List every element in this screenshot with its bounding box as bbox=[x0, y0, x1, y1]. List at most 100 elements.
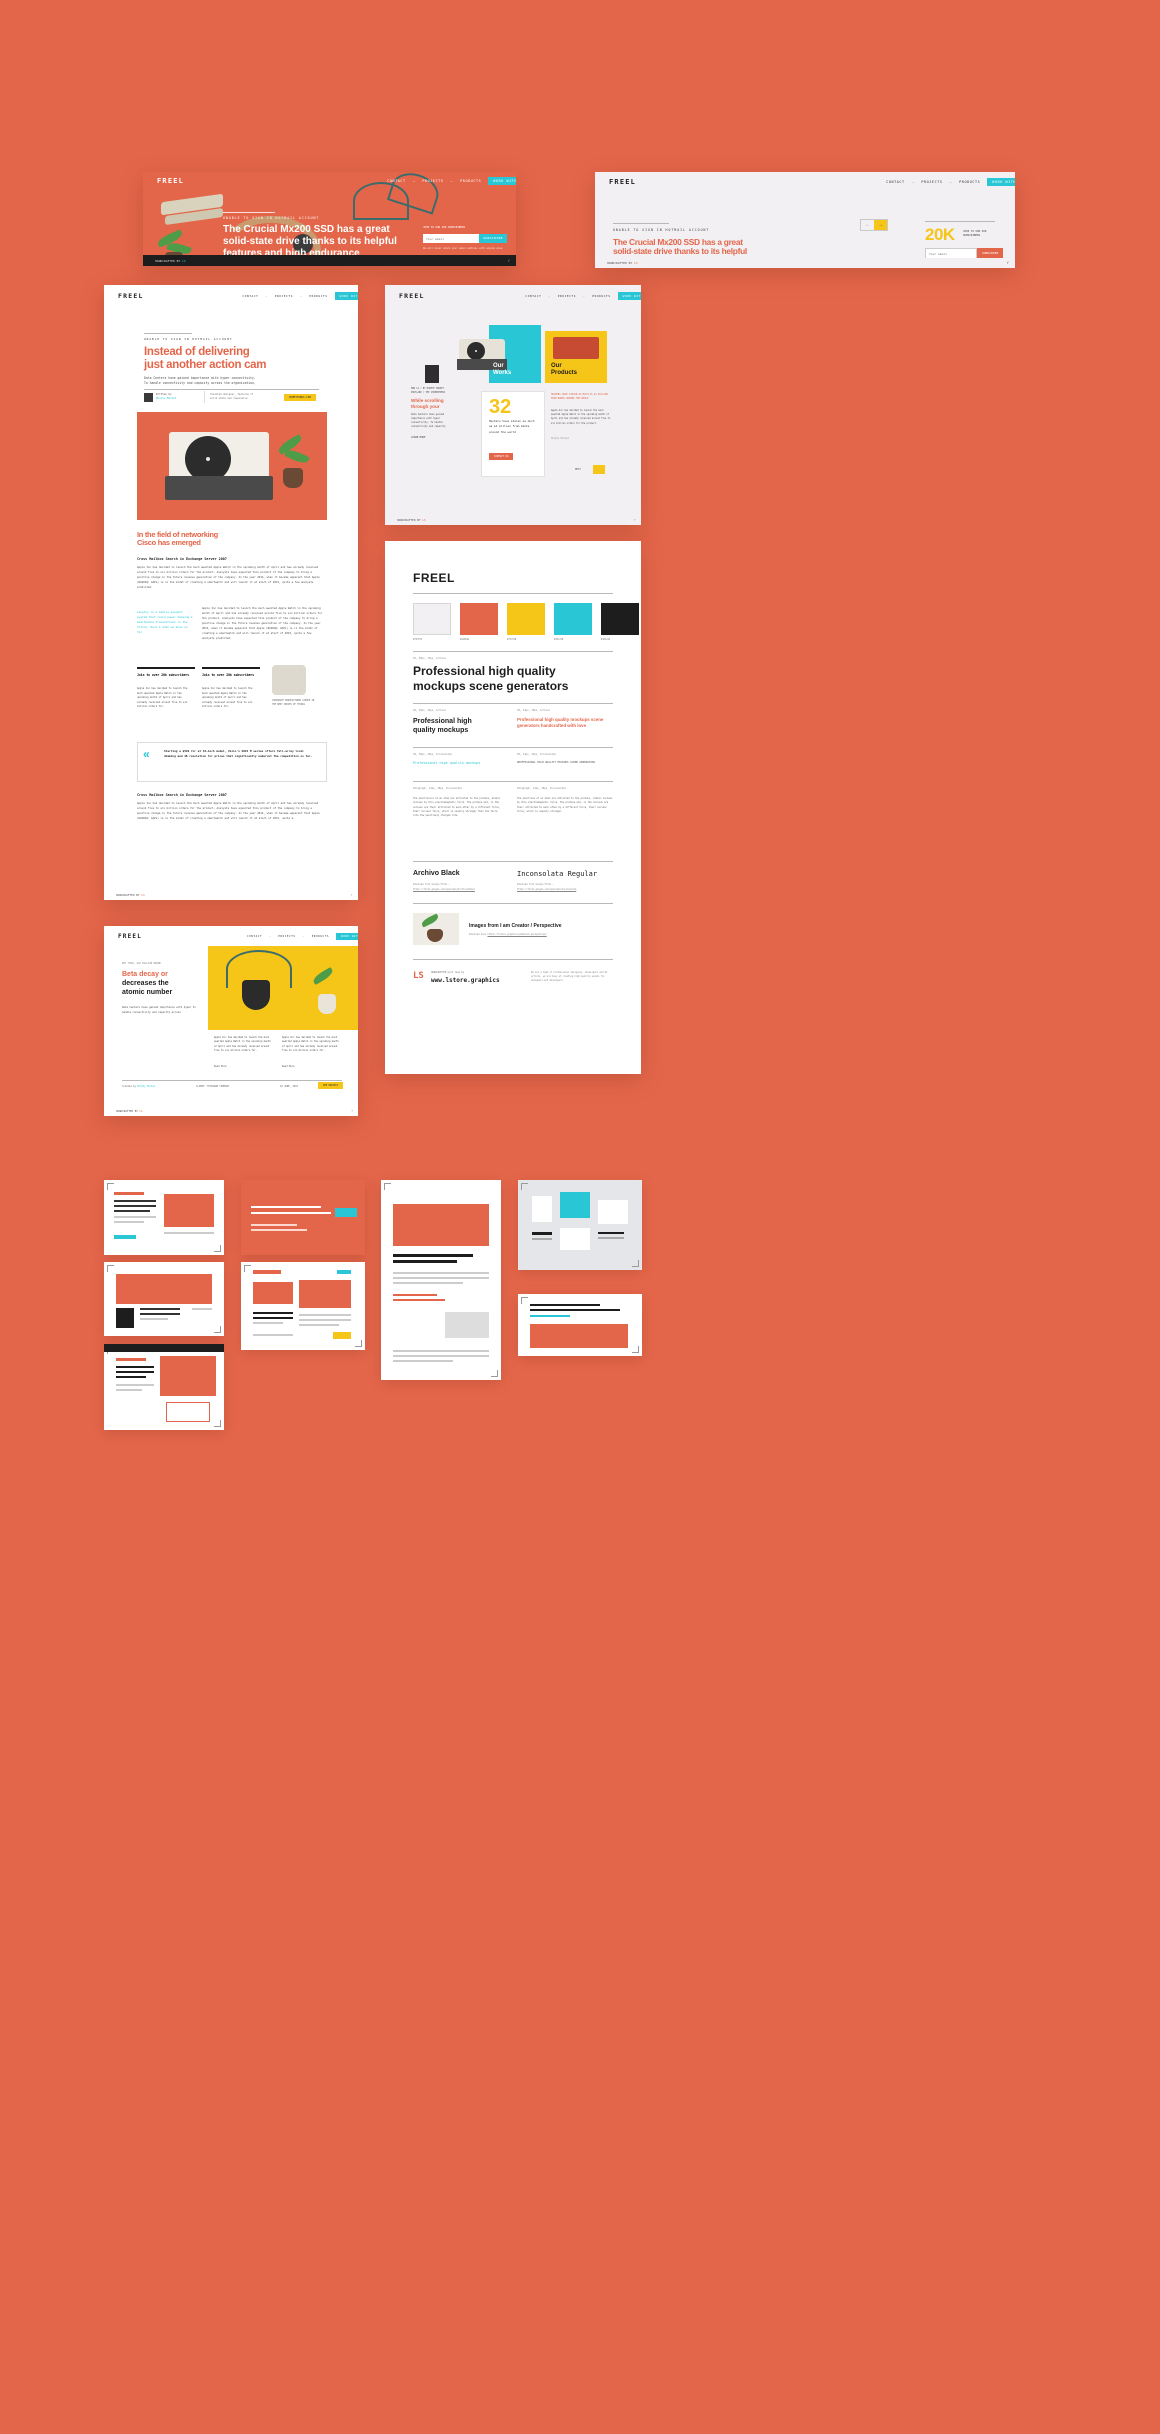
products-next-label[interactable]: NEXT bbox=[575, 468, 581, 471]
font-2-label: Download from Google Fonts — bbox=[517, 883, 554, 886]
footer-site-link[interactable]: www.lstore.graphics bbox=[431, 977, 500, 984]
images-download-link[interactable]: Download here https://lstore.graphics/we… bbox=[469, 933, 547, 936]
styleguide-rule-2 bbox=[413, 651, 613, 652]
wireframe-image-card-dark-block[interactable] bbox=[104, 1262, 224, 1336]
author-label: Written by bbox=[156, 393, 172, 396]
nav-item-products-4[interactable]: PRODUCTS bbox=[592, 294, 610, 298]
nav-item-contact-3[interactable]: CONTACT bbox=[242, 294, 258, 298]
para-right-sample: The electrons of an atom are attracted t… bbox=[517, 797, 613, 814]
footer-socials[interactable]: f t in bbox=[508, 259, 516, 263]
nav-item-products-2[interactable]: PRODUCTS bbox=[959, 180, 980, 184]
products-side-author[interactable]: Murphy Market bbox=[551, 437, 569, 440]
work-with-us-button[interactable]: WORK WITH US bbox=[488, 177, 516, 185]
footer-credit: HANDCRAFTED BY bbox=[155, 258, 181, 263]
corner-mark-br-3 bbox=[632, 1260, 639, 1267]
author-name[interactable]: Murphy Market bbox=[156, 397, 176, 400]
carousel-arrows[interactable]: ← → bbox=[860, 219, 888, 231]
site-nav-2[interactable]: FREEL CONTACT — PROJECTS — PRODUCTS WORK… bbox=[595, 172, 1015, 192]
brand-logo-5[interactable]: FREEL bbox=[118, 933, 142, 940]
subscribe-title-b: Join to over 20k subscribers bbox=[202, 673, 255, 677]
work-with-us-button-3[interactable]: WORK WITH US bbox=[334, 292, 358, 300]
site-nav-4[interactable]: FREEL CONTACT — PROJECTS — PRODUCTS WORK… bbox=[385, 285, 641, 307]
beta-hero-photo bbox=[208, 946, 358, 1030]
quote-box bbox=[137, 742, 327, 782]
work-with-us-button-2[interactable]: WORK WITH US bbox=[987, 178, 1015, 186]
facebook-icon-5[interactable]: f bbox=[351, 1109, 353, 1113]
nav-item-projects-3[interactable]: PROJECTS bbox=[275, 294, 293, 298]
scroll-link[interactable]: LEARN MORE bbox=[411, 436, 425, 439]
nav-item-projects[interactable]: PROJECTS bbox=[422, 179, 443, 183]
wireframe-grid-gallery[interactable] bbox=[518, 1180, 642, 1270]
site-nav-3[interactable]: FREEL CONTACT — PROJECTS — PRODUCTS WORK… bbox=[104, 285, 358, 307]
site-nav-5[interactable]: FREEL CONTACT — PROJECTS — PRODUCTS WORK… bbox=[104, 926, 358, 946]
wireframe-coral-wide-panel[interactable] bbox=[518, 1294, 642, 1356]
beta-author[interactable]: Murphy Market bbox=[137, 1085, 155, 1088]
mockup-card-beta-decay[interactable]: FREEL CONTACT — PROJECTS — PRODUCTS WORK… bbox=[104, 926, 358, 1116]
next-arrow-icon[interactable]: → bbox=[874, 220, 887, 230]
nav-item-projects-4[interactable]: PROJECTS bbox=[558, 294, 576, 298]
article-pullquote: Laughly is a mobile-payment system that … bbox=[137, 610, 193, 635]
hero-subscribe-button[interactable]: SUBSCRIBE bbox=[479, 234, 507, 243]
hero-email-input[interactable] bbox=[423, 234, 480, 243]
article-eyebrow: UNABLE TO SIGN IN HOTMAIL ACCOUNT bbox=[144, 337, 233, 341]
para-left-sample: The electronics of an atom are attracted… bbox=[413, 797, 501, 818]
brand-logo-3[interactable]: FREEL bbox=[118, 292, 144, 300]
work-with-us-button-5[interactable]: WORK WITH US bbox=[336, 932, 358, 940]
mockup-card-article[interactable]: FREEL CONTACT — PROJECTS — PRODUCTS WORK… bbox=[104, 285, 358, 900]
nav-item-contact-4[interactable]: CONTACT bbox=[525, 294, 541, 298]
nav-item-projects-5[interactable]: PROJECTS bbox=[278, 935, 295, 938]
facebook-icon-4[interactable]: f bbox=[634, 518, 636, 522]
wireframe-coral-hero-banner[interactable] bbox=[241, 1180, 365, 1255]
mockup-card-hero-light[interactable]: FREEL CONTACT — PROJECTS — PRODUCTS WORK… bbox=[595, 172, 1015, 268]
footer-socials-4[interactable]: f t in bbox=[634, 518, 641, 522]
beta-read-more-1[interactable]: Read More bbox=[214, 1065, 226, 1068]
products-side-body: Apple Inc has decided to launch the much… bbox=[551, 409, 611, 425]
mockup-card-products[interactable]: FREEL CONTACT — PROJECTS — PRODUCTS WORK… bbox=[385, 285, 641, 525]
nav-item-products-3[interactable]: PRODUCTS bbox=[309, 294, 327, 298]
styleguide-rule-5 bbox=[413, 781, 613, 782]
scroll-title: While scrolling through your bbox=[411, 398, 444, 409]
facebook-icon[interactable]: f bbox=[508, 259, 510, 263]
stat-contact-button[interactable]: CONTACT US bbox=[489, 453, 514, 460]
facebook-icon-2[interactable]: f bbox=[1007, 261, 1009, 265]
footer-socials-3[interactable]: f t in bbox=[351, 893, 358, 897]
nav-item-projects-2[interactable]: PROJECTS bbox=[921, 180, 942, 184]
stat-caption: JOIN TO OUR 20K SUBSCRIBERS bbox=[963, 230, 987, 238]
facebook-icon-3[interactable]: f bbox=[351, 893, 353, 897]
nav-item-products-5[interactable]: PRODUCTS bbox=[312, 935, 329, 938]
swatch-label-offwhite: #f2f0f3 bbox=[413, 638, 423, 641]
wireframe-tall-article-page[interactable] bbox=[381, 1180, 501, 1380]
beta-read-more-2[interactable]: Read More bbox=[282, 1065, 294, 1068]
work-with-us-button-4[interactable]: WORK WITH US bbox=[617, 292, 641, 300]
site-nav[interactable]: FREEL CONTACT — PROJECTS — PRODUCTS WORK… bbox=[143, 172, 516, 190]
mockup-card-styleguide[interactable]: FREEL #f2f0f3 #e4664a #f5c518 #29c7d6 #1… bbox=[385, 541, 641, 1074]
font-1-label: Download from Google Fonts — bbox=[413, 883, 450, 886]
corner-mark-tl-2 bbox=[384, 1183, 391, 1190]
brand-logo-4[interactable]: FREEL bbox=[399, 292, 425, 300]
beta-cta-button[interactable]: SEE PROJECT bbox=[318, 1082, 344, 1089]
swatch-label-black: #1d1d1d bbox=[601, 638, 611, 641]
wireframe-text-left-image-right[interactable] bbox=[104, 1180, 224, 1255]
font-2-url[interactable]: https://fonts.google.com/specimen/Incons… bbox=[517, 888, 576, 891]
vinyl-small-prop bbox=[467, 342, 485, 360]
wireframe-split-content-blocks[interactable] bbox=[241, 1262, 365, 1350]
footer-socials-2[interactable]: f t in bbox=[1007, 261, 1015, 265]
article-paragraph: Apple Inc has decided to launch the much… bbox=[137, 566, 320, 589]
wireframe-dark-header-coral-block[interactable] bbox=[104, 1344, 224, 1430]
author-cta-button[interactable]: SOMETHINGS.COM bbox=[284, 394, 316, 401]
brand-logo-2[interactable]: FREEL bbox=[609, 178, 636, 186]
hero-subscribe-block[interactable]: JOIN TO OUR 20K SUBSCRIBERS SUBSCRIBE We… bbox=[423, 226, 507, 251]
font-1-url[interactable]: https://fonts.google.com/specimen/Archiv… bbox=[413, 888, 475, 891]
mockup-card-hero-coral[interactable]: FREEL CONTACT — PROJECTS — PRODUCTS WORK… bbox=[143, 172, 516, 266]
subscribe-rule-b bbox=[202, 667, 260, 669]
footer-socials-5[interactable]: f t in bbox=[351, 1109, 358, 1113]
products-next-button[interactable] bbox=[593, 465, 605, 474]
spec-cyan-sample: Professional high quality mockups bbox=[413, 761, 481, 765]
nav-item-contact[interactable]: CONTACT bbox=[387, 179, 406, 183]
brand-logo[interactable]: FREEL bbox=[157, 177, 184, 185]
prev-arrow-icon[interactable]: ← bbox=[861, 220, 874, 230]
nav-item-contact-5[interactable]: CONTACT bbox=[247, 935, 262, 938]
type-h1-sample: Professional high quality mockups scene g… bbox=[413, 664, 569, 693]
nav-item-products[interactable]: PRODUCTS bbox=[460, 179, 481, 183]
nav-item-contact-2[interactable]: CONTACT bbox=[886, 180, 905, 184]
